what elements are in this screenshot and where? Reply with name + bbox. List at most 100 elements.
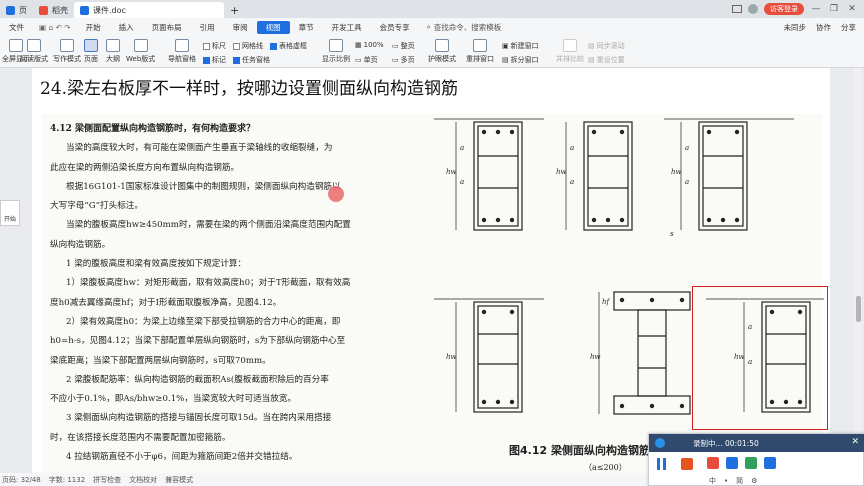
recorder-pause-button[interactable] bbox=[657, 458, 669, 471]
minimize-button[interactable]: — bbox=[810, 4, 822, 14]
recorder-titlebar[interactable]: 录制中... 00:01:50 ✕ bbox=[649, 434, 864, 452]
tab-home[interactable]: 页 bbox=[0, 2, 33, 18]
table-frame-check[interactable]: 表格虚框 bbox=[270, 41, 307, 51]
page-view-button[interactable]: 页面 bbox=[84, 39, 98, 64]
menu-member[interactable]: 会员专享 bbox=[371, 18, 419, 36]
login-button[interactable]: 访客登录 bbox=[764, 3, 804, 15]
dim-label-s: s bbox=[670, 230, 674, 238]
writing-mode-button[interactable]: 写作模式 bbox=[53, 39, 81, 64]
doc-proofread[interactable]: 文档校对 bbox=[129, 475, 157, 485]
menu-view[interactable]: 视图 bbox=[256, 20, 290, 34]
spell-check[interactable]: 拼写检查 bbox=[93, 475, 121, 485]
table-frame-label: 表格虚框 bbox=[279, 42, 307, 50]
collaborate-button[interactable]: 协作 bbox=[816, 22, 831, 33]
maximize-button[interactable]: ❐ bbox=[828, 4, 840, 14]
word-count[interactable]: 字数: 1132 bbox=[49, 475, 85, 485]
dim-label-a: a bbox=[570, 144, 574, 152]
web-view-button[interactable]: Web版式 bbox=[126, 39, 155, 64]
book-line: 梁底距离；当梁下部配置两层纵向钢筋时，s可取70mm。 bbox=[50, 355, 271, 366]
dim-label-a: a bbox=[570, 178, 574, 186]
menu-file[interactable]: 文件 bbox=[0, 18, 33, 36]
scrollbar-thumb[interactable] bbox=[856, 296, 861, 322]
menu-layout[interactable]: 页面布局 bbox=[143, 18, 191, 36]
zoom-button[interactable]: 显示比例 bbox=[322, 39, 350, 64]
camera-icon[interactable] bbox=[745, 457, 757, 469]
menu-section[interactable]: 章节 bbox=[290, 18, 323, 36]
book-scan-image: 4.12 梁侧面配置纵向构造钢筋时，有何构造要求？ 当梁的高度较大时，有可能在梁… bbox=[42, 114, 828, 474]
reset-position-icon: ▤ bbox=[588, 56, 595, 64]
menu-reference[interactable]: 引用 bbox=[191, 18, 224, 36]
cursor-indicator bbox=[328, 186, 344, 202]
compare-icon bbox=[563, 39, 577, 52]
recorder-status: 录制中... 00:01:50 bbox=[693, 438, 759, 448]
mark-check[interactable]: 标记 bbox=[203, 55, 226, 65]
outline-view-button[interactable]: 大纲 bbox=[106, 39, 120, 64]
sync-scroll-button[interactable]: ▤ 同步滚动 bbox=[588, 41, 625, 51]
new-window-button[interactable]: ▣ 新建窗口 bbox=[502, 41, 539, 51]
daoke-icon bbox=[39, 5, 48, 15]
document-page[interactable]: 24.梁左右板厚不一样时，按哪边设置侧面纵向构造钢筋 4.12 梁侧面配置纵向构… bbox=[32, 68, 830, 474]
gridline-check[interactable]: 网格线 bbox=[233, 41, 263, 51]
avatar[interactable] bbox=[748, 4, 758, 14]
book-line: 当梁的高度较大时，有可能在梁侧面产生垂直于梁轴线的收缩裂缝，为 bbox=[66, 143, 333, 154]
zoom-100-button[interactable]: ▦ 100% bbox=[355, 41, 384, 49]
ruler-checkbox[interactable] bbox=[203, 42, 210, 50]
reading-mode-button[interactable]: 阅读版式 bbox=[20, 39, 48, 64]
web-label: Web版式 bbox=[126, 55, 156, 63]
share-button[interactable]: 分享 bbox=[841, 22, 856, 33]
ime-lang[interactable]: 中 bbox=[709, 476, 716, 486]
brush-icon[interactable] bbox=[707, 457, 719, 469]
sogou-icon[interactable] bbox=[726, 457, 738, 469]
quick-access-icons[interactable]: ▣ ⌂ ↶ ↷ bbox=[33, 23, 77, 32]
single-page-button[interactable]: ▭ 单页 bbox=[355, 55, 378, 65]
split-window-button[interactable]: ▤ 拆分窗口 bbox=[502, 55, 539, 65]
zoom-percent: 100% bbox=[363, 41, 384, 49]
arrange-window-button[interactable]: 重排窗口 bbox=[466, 39, 494, 64]
layout-icon[interactable] bbox=[732, 5, 742, 13]
recorder-stop-button[interactable] bbox=[681, 458, 693, 470]
dim-label-hw: hw bbox=[446, 168, 457, 176]
new-tab-button[interactable]: + bbox=[224, 2, 245, 18]
split-window-icon: ▤ bbox=[502, 56, 509, 64]
ime-dot: • bbox=[724, 477, 729, 485]
book-line: 2）梁有效高度h0：为梁上边缘至梁下部受拉钢筋的合力中心的距离，即 bbox=[66, 316, 341, 327]
command-search[interactable]: ⌕ 查找命令、搜索模板 bbox=[427, 22, 502, 33]
book-line: 3 梁侧面纵向构造钢筋的搭接与锚固长度可取15d。当在跨内采用搭接 bbox=[66, 413, 332, 424]
pen-icon[interactable] bbox=[764, 457, 776, 469]
menu-developer[interactable]: 开发工具 bbox=[323, 18, 371, 36]
reset-position-button[interactable]: ▤ 重设位置 bbox=[588, 55, 625, 65]
tab-document[interactable]: 课件.doc bbox=[74, 2, 224, 18]
book-line: 1）梁腹板高度hw：对矩形截面，取有效高度h0；对于T形截面，取有效高 bbox=[66, 278, 351, 289]
tab-daoke[interactable]: 稻壳 bbox=[33, 2, 74, 18]
gridline-checkbox[interactable] bbox=[233, 42, 240, 50]
recorder-close-button[interactable]: ✕ bbox=[851, 437, 859, 447]
page-indicator[interactable]: 页码: 32/48 bbox=[2, 475, 41, 485]
menu-insert[interactable]: 插入 bbox=[110, 18, 143, 36]
multi-page-button[interactable]: ▭ 多页 bbox=[392, 55, 415, 65]
left-float-panel[interactable]: 开始 bbox=[0, 200, 20, 226]
task-pane-checkbox[interactable] bbox=[233, 56, 240, 64]
task-pane-check[interactable]: 任务窗格 bbox=[233, 55, 270, 65]
menu-home[interactable]: 开始 bbox=[77, 18, 110, 36]
book-line: 4 拉结钢筋直径不小于φ6，间距为箍筋间距2倍并交错拉结。 bbox=[66, 452, 298, 463]
table-frame-checkbox[interactable] bbox=[270, 42, 277, 50]
ruler-check[interactable]: 标尺 bbox=[203, 41, 226, 51]
nav-pane-button[interactable]: 导航窗格 bbox=[168, 39, 196, 64]
ime-simplified[interactable]: 简 bbox=[736, 476, 743, 486]
page-icon bbox=[84, 39, 98, 52]
zoom-icon bbox=[329, 39, 343, 52]
mark-checkbox[interactable] bbox=[203, 56, 210, 64]
eye-icon bbox=[435, 39, 449, 52]
mark-label: 标记 bbox=[212, 56, 226, 64]
menu-review[interactable]: 审阅 bbox=[224, 18, 257, 36]
close-button[interactable]: ✕ bbox=[846, 4, 858, 14]
sync-status[interactable]: 未同步 bbox=[784, 22, 807, 33]
wps-home-icon bbox=[6, 5, 15, 15]
ime-settings-icon[interactable]: ⚙ bbox=[751, 477, 757, 485]
nav-pane-icon bbox=[175, 39, 189, 52]
eye-mode-button[interactable]: 护眼模式 bbox=[428, 39, 456, 64]
dim-label-a: a bbox=[460, 144, 464, 152]
compare-button[interactable]: 并排比较 bbox=[556, 39, 584, 64]
vertical-scrollbar[interactable] bbox=[854, 68, 862, 473]
whole-page-button[interactable]: ▭ 整页 bbox=[392, 41, 415, 51]
